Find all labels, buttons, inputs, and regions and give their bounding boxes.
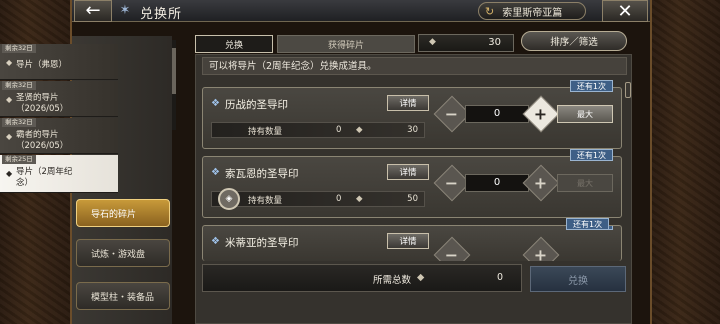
increase-button[interactable]: + [522, 236, 560, 262]
item-name: 索瓦恩的圣导印 [225, 168, 299, 180]
days-left-badge: 剩余32日 [2, 44, 36, 53]
sidebar-tab-trial-board[interactable]: 试炼・游戏盘 [76, 239, 170, 267]
detail-button[interactable]: 详情 [387, 164, 429, 180]
info-text: 可以将导片（2周年纪念）兑换成道具。 [202, 57, 627, 75]
item-name: 米蒂亚的圣导印 [225, 237, 299, 249]
exchange-item: 还有1次 ❖ 米蒂亚的圣导印 详情 − + [202, 225, 622, 261]
right-frame [650, 0, 720, 324]
currency-display: ◆ 30 [418, 34, 514, 52]
exchange-item: 还有1次 ❖ 索瓦恩的圣导印 详情 ◈ 持有数量 0 ◆ 50 − 0 + 最大 [202, 149, 622, 218]
minus-icon: − [445, 245, 459, 262]
cost-value: 50 [407, 194, 418, 204]
max-button[interactable]: 最大 [557, 174, 613, 192]
sidebar-item-label: 圣贤的导片 （2026/05） [16, 93, 69, 114]
owned-count: 0 [336, 194, 342, 204]
plus-icon: + [534, 245, 548, 262]
fragment-icon: ◆ [356, 125, 363, 135]
fragment-icon: ◆ [417, 272, 425, 283]
item-name: 历战的圣导印 [225, 99, 288, 111]
quantity-value: 0 [465, 174, 529, 192]
sidebar-item-label: 导片（弗恩） [16, 60, 68, 70]
detail-button[interactable]: 详情 [387, 233, 429, 249]
fragment-icon: ◆ [6, 58, 13, 67]
refresh-icon: ↻ [485, 4, 495, 18]
total-label: 所需总数 [373, 275, 412, 286]
tab-obtain-fragments[interactable]: 获得碎片 [277, 35, 415, 53]
fragment-icon: ◆ [356, 194, 363, 204]
story-select-button[interactable]: ↻ 索里斯帝亚篇 [478, 2, 586, 20]
minus-icon: − [445, 173, 459, 193]
item-thumbnail-icon: ◈ [218, 188, 240, 210]
fragment-icon: ◆ [6, 95, 13, 104]
close-button[interactable]: ✕ [602, 0, 648, 22]
days-left-badge: 剩余32日 [2, 118, 36, 127]
increase-button[interactable]: + [522, 95, 560, 133]
sidebar-tab-label: 模型柱・装备品 [91, 292, 155, 303]
sidebar-item-fern[interactable]: 剩余32日 ◆ 导片（弗恩） [0, 44, 118, 80]
limit-badge: 还有1次 [569, 149, 613, 161]
sidebar-item-label: 霸者的导片 （2026/05） [16, 130, 69, 151]
sidebar-item-conqueror[interactable]: 剩余32日 ◆ 霸者的导片 （2026/05） [0, 118, 118, 154]
seal-icon: ❖ [211, 236, 220, 247]
exchange-emblem-icon: ✶ [119, 3, 131, 18]
arrow-left-icon: ← [85, 0, 101, 21]
detail-button[interactable]: 详情 [387, 95, 429, 111]
fragment-icon: ◆ [429, 37, 436, 47]
seal-icon: ❖ [211, 167, 220, 178]
currency-value: 30 [488, 37, 501, 48]
owned-label: 持有数量 [248, 196, 283, 206]
plus-icon: + [534, 173, 548, 193]
days-left-badge: 剩余32日 [2, 81, 36, 90]
max-button[interactable]: 最大 [557, 105, 613, 123]
fragment-icon: ◆ [6, 169, 13, 178]
sidebar-tab-guide-fragments[interactable]: 导石的碎片 [76, 199, 170, 227]
seal-icon: ❖ [211, 98, 220, 109]
limit-badge: 还有1次 [569, 80, 613, 92]
sidebar-scrollbar[interactable] [172, 40, 176, 130]
list-scrollbar[interactable] [624, 82, 631, 262]
days-left-badge: 剩余25日 [2, 155, 36, 164]
tab-exchange[interactable]: 兑换 [195, 35, 273, 53]
increase-button[interactable]: + [522, 164, 560, 202]
owned-cost-row: ◈ 持有数量 0 ◆ 50 [211, 188, 425, 210]
owned-count: 0 [336, 125, 342, 135]
sidebar-item-label: 导片（2周年纪 念） [16, 167, 73, 188]
minus-icon: − [445, 104, 459, 124]
exchange-item: 还有1次 ❖ 历战的圣导印 详情 持有数量 0 ◆ 30 − 0 + 最大 [202, 80, 622, 149]
limit-badge: 还有1次 [566, 218, 610, 230]
sidebar-tab-label: 试炼・游戏盘 [91, 249, 146, 260]
owned-label: 持有数量 [248, 127, 283, 137]
total-bar: 所需总数 ◆ 0 [202, 264, 522, 292]
owned-cost-row: 持有数量 0 ◆ 30 [211, 122, 425, 138]
cost-value: 30 [407, 125, 418, 135]
sidebar-tab-label: 导石的碎片 [91, 209, 137, 220]
close-icon: ✕ [617, 0, 633, 22]
fragment-icon: ◆ [6, 132, 13, 141]
quantity-value: 0 [465, 105, 529, 123]
sidebar-item-anniversary[interactable]: 剩余25日 ◆ 导片（2周年纪 念） [0, 155, 118, 193]
sort-filter-button[interactable]: 排序／筛选 [521, 31, 627, 51]
exchange-button[interactable]: 兑换 [530, 266, 626, 292]
sidebar-tab-equipment[interactable]: 模型柱・装备品 [76, 282, 170, 310]
total-value: 0 [496, 272, 503, 283]
story-select-label: 索里斯帝亚篇 [502, 7, 563, 19]
back-button[interactable]: ← [74, 0, 112, 22]
sidebar-item-sage[interactable]: 剩余32日 ◆ 圣贤的导片 （2026/05） [0, 81, 118, 117]
plus-icon: + [534, 104, 548, 124]
decrease-button[interactable]: − [433, 236, 471, 262]
page-title: 兑换所 [140, 7, 183, 22]
